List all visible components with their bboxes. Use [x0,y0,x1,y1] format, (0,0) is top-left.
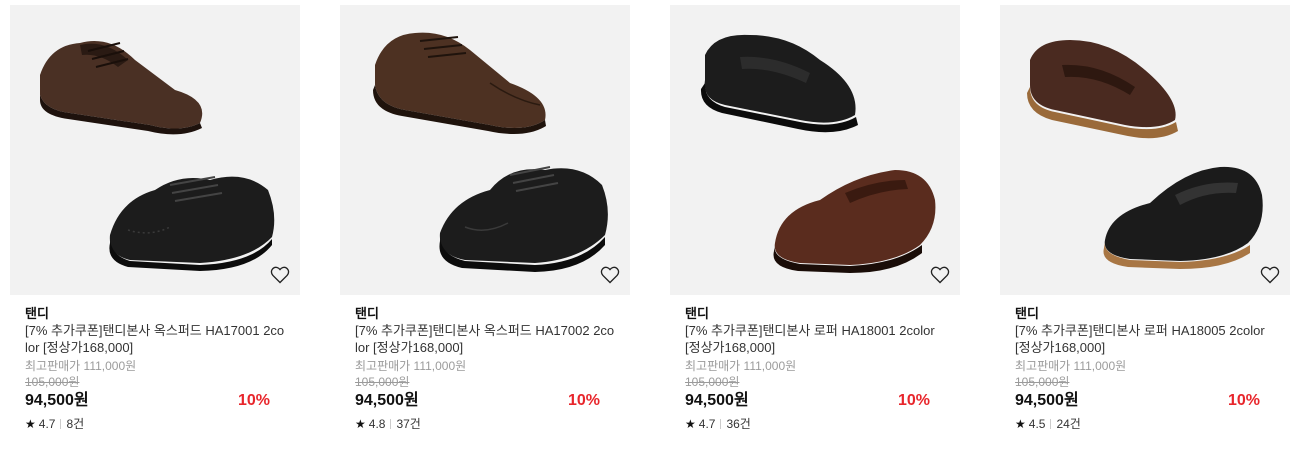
review-count: 36건 [726,417,751,431]
shoe-pair-image [40,41,275,271]
brand-name[interactable]: 탠디 [685,306,945,322]
star-icon: ★ [1015,417,1026,431]
rating-value: 4.8 [368,417,386,431]
discount-rate: 10% [1227,392,1260,409]
sale-price: 94,500원 [25,392,89,409]
discount-rate: 10% [567,392,600,409]
rating-value: 4.7 [698,417,716,431]
brand-name[interactable]: 탠디 [355,306,615,322]
brand-name[interactable]: 탠디 [25,306,285,322]
product-card[interactable]: 탠디 [7% 추가쿠폰]탠디본사 로퍼 HA18001 2color [정상가1… [670,5,960,432]
review-count: 8건 [66,417,85,431]
star-icon: ★ [355,417,366,431]
discount-rate: 10% [237,392,270,409]
heart-outline-icon[interactable] [600,265,620,285]
original-price: 105,000원 [1015,375,1070,389]
sale-price: 94,500원 [685,392,749,409]
product-card[interactable]: 탠디 [7% 추가쿠폰]탠디본사 로퍼 HA18005 2color [정상가1… [1000,5,1290,432]
heart-outline-icon[interactable] [270,265,290,285]
heart-outline-icon[interactable] [930,265,950,285]
product-image[interactable] [340,5,630,295]
price-row: 94,500원 10% [685,390,945,412]
shoe-pair-image [700,34,936,273]
product-card[interactable]: 탠디 [7% 추가쿠폰]탠디본사 옥스퍼드 HA17001 2color [정상… [10,5,300,432]
divider [720,419,722,429]
discount-rate: 10% [897,392,930,409]
best-price: 최고판매가 111,000원 [355,359,467,373]
product-title[interactable]: [7% 추가쿠폰]탠디본사 옥스퍼드 HA17002 2color [정상가16… [355,322,617,356]
star-icon: ★ [685,417,696,431]
product-info: 탠디 [7% 추가쿠폰]탠디본사 옥스퍼드 HA17001 2color [정상… [10,295,300,432]
product-image[interactable] [670,5,960,295]
divider [60,419,62,429]
product-card[interactable]: 탠디 [7% 추가쿠폰]탠디본사 옥스퍼드 HA17002 2color [정상… [340,5,630,432]
rating: ★ 4.7 36건 [685,416,945,432]
rating: ★ 4.5 24건 [1015,416,1275,432]
shoe-pair-image [1027,40,1263,269]
review-count: 37건 [396,417,421,431]
rating: ★ 4.8 37건 [355,416,615,432]
product-image[interactable] [1000,5,1290,295]
price-row: 94,500원 10% [1015,390,1275,412]
star-icon: ★ [25,417,36,431]
product-title[interactable]: [7% 추가쿠폰]탠디본사 옥스퍼드 HA17001 2color [정상가16… [25,322,287,356]
divider [1050,419,1052,429]
product-image[interactable] [10,5,300,295]
product-title[interactable]: [7% 추가쿠폰]탠디본사 로퍼 HA18001 2color [정상가168,… [685,322,947,356]
brand-name[interactable]: 탠디 [1015,306,1275,322]
price-row: 94,500원 10% [355,390,615,412]
original-price: 105,000원 [25,375,80,389]
original-price: 105,000원 [685,375,740,389]
best-price: 최고판매가 111,000원 [25,359,137,373]
rating-value: 4.7 [38,417,56,431]
shoe-pair-image [373,32,608,272]
price-row: 94,500원 10% [25,390,285,412]
product-info: 탠디 [7% 추가쿠폰]탠디본사 옥스퍼드 HA17002 2color [정상… [340,295,630,432]
product-title[interactable]: [7% 추가쿠폰]탠디본사 로퍼 HA18005 2color [정상가168,… [1015,322,1277,356]
rating-value: 4.5 [1028,417,1046,431]
product-info: 탠디 [7% 추가쿠폰]탠디본사 로퍼 HA18005 2color [정상가1… [1000,295,1290,432]
sale-price: 94,500원 [355,392,419,409]
product-info: 탠디 [7% 추가쿠폰]탠디본사 로퍼 HA18001 2color [정상가1… [670,295,960,432]
divider [390,419,392,429]
review-count: 24건 [1056,417,1081,431]
product-grid: 탠디 [7% 추가쿠폰]탠디본사 옥스퍼드 HA17001 2color [정상… [0,0,1301,450]
best-price: 최고판매가 111,000원 [1015,359,1127,373]
rating: ★ 4.7 8건 [25,416,285,432]
best-price: 최고판매가 111,000원 [685,359,797,373]
heart-outline-icon[interactable] [1260,265,1280,285]
sale-price: 94,500원 [1015,392,1079,409]
original-price: 105,000원 [355,375,410,389]
